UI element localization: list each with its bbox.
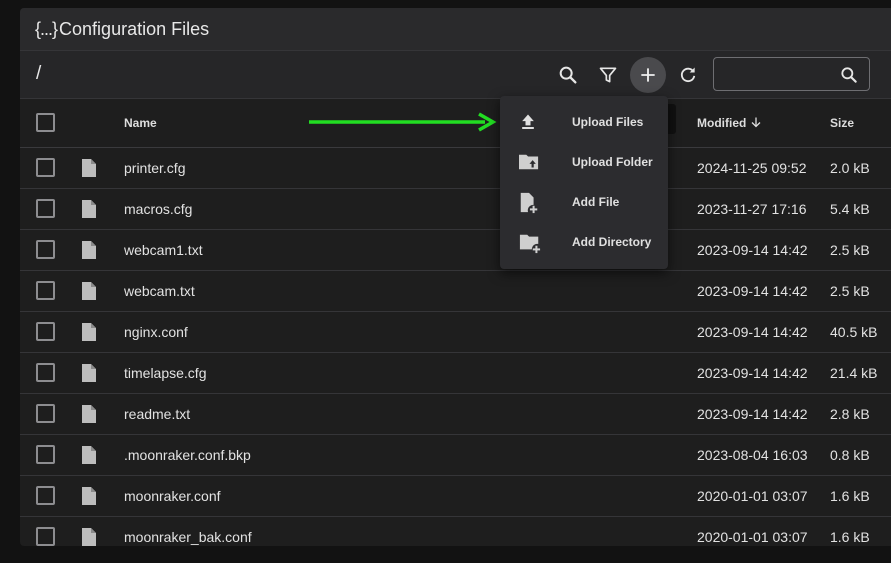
- search-field[interactable]: [713, 57, 870, 91]
- column-header-name[interactable]: Name: [124, 116, 157, 130]
- row-checkbox[interactable]: [36, 322, 55, 341]
- file-icon: [82, 323, 96, 341]
- folder-plus-icon: [519, 234, 541, 254]
- menu-item-add-file[interactable]: Add File: [500, 182, 668, 222]
- file-icon: [82, 241, 96, 259]
- file-modified: 2023-09-14 14:42: [697, 283, 808, 299]
- table-row[interactable]: webcam.txt 2023-09-14 14:42 2.5 kB: [20, 271, 891, 312]
- file-name: nginx.conf: [124, 324, 188, 340]
- row-checkbox[interactable]: [36, 404, 55, 423]
- menu-item-label: Add File: [572, 195, 620, 209]
- menu-item-label: Upload Folder: [572, 155, 653, 169]
- search-toggle-button[interactable]: [550, 57, 586, 93]
- table-row[interactable]: printer.cfg 2024-11-25 09:52 2.0 kB: [20, 148, 891, 189]
- column-header-size[interactable]: Size: [830, 116, 854, 130]
- file-name: webcam.txt: [124, 283, 195, 299]
- panel-title: Configuration Files: [59, 18, 210, 39]
- add-button[interactable]: [630, 57, 666, 93]
- file-icon: [82, 200, 96, 218]
- magnify-icon: [559, 66, 577, 84]
- table-row[interactable]: .moonraker.conf.bkp 2023-08-04 16:03 0.8…: [20, 435, 891, 476]
- filter-icon: [599, 67, 617, 83]
- search-icon: [841, 67, 857, 83]
- row-checkbox[interactable]: [36, 158, 55, 177]
- file-modified: 2023-11-27 17:16: [697, 201, 807, 217]
- menu-shadow-edge: [668, 104, 676, 134]
- row-checkbox[interactable]: [36, 240, 55, 259]
- upload-icon: [522, 114, 534, 129]
- file-list: printer.cfg 2024-11-25 09:52 2.0 kB macr…: [20, 148, 891, 546]
- row-checkbox[interactable]: [36, 281, 55, 300]
- search-input[interactable]: [722, 64, 826, 86]
- file-icon: [82, 159, 96, 177]
- file-icon: [82, 528, 96, 546]
- menu-item-label: Add Directory: [572, 235, 652, 249]
- file-size: 21.4 kB: [830, 365, 878, 381]
- table-row[interactable]: webcam1.txt 2023-09-14 14:42 2.5 kB: [20, 230, 891, 271]
- menu-item-label: Upload Files: [572, 115, 644, 129]
- add-menu: Upload Files Upload Folder Add File Add …: [500, 96, 668, 269]
- file-modified: 2023-09-14 14:42: [697, 365, 808, 381]
- column-header-modified-label: Modified: [697, 116, 747, 130]
- table-row[interactable]: nginx.conf 2023-09-14 14:42 40.5 kB: [20, 312, 891, 353]
- refresh-icon: [680, 67, 696, 83]
- file-modified: 2023-09-14 14:42: [697, 324, 808, 340]
- config-files-panel: {...} Configuration Files / Name Modifie…: [20, 8, 891, 546]
- file-icon: [82, 446, 96, 464]
- file-name: webcam1.txt: [124, 242, 203, 258]
- file-size: 2.5 kB: [830, 242, 870, 258]
- current-path: /: [36, 63, 42, 84]
- table-row[interactable]: timelapse.cfg 2023-09-14 14:42 21.4 kB: [20, 353, 891, 394]
- file-size: 40.5 kB: [830, 324, 878, 340]
- file-modified: 2024-11-25 09:52: [697, 160, 807, 176]
- folder-upload-icon: [519, 154, 539, 170]
- row-checkbox[interactable]: [36, 527, 55, 546]
- file-size: 1.6 kB: [830, 488, 870, 504]
- panel-header: {...} Configuration Files: [20, 8, 891, 51]
- refresh-button[interactable]: [670, 57, 706, 93]
- row-checkbox[interactable]: [36, 199, 55, 218]
- file-size: 2.8 kB: [830, 406, 870, 422]
- table-row[interactable]: macros.cfg 2023-11-27 17:16 5.4 kB: [20, 189, 891, 230]
- file-modified: 2020-01-01 03:07: [697, 488, 808, 504]
- file-name: timelapse.cfg: [124, 365, 207, 381]
- menu-item-upload-files[interactable]: Upload Files: [500, 102, 668, 142]
- row-checkbox[interactable]: [36, 486, 55, 505]
- filter-button[interactable]: [590, 57, 626, 93]
- file-icon: [82, 282, 96, 300]
- file-size: 1.6 kB: [830, 529, 870, 545]
- table-row[interactable]: readme.txt 2023-09-14 14:42 2.8 kB: [20, 394, 891, 435]
- column-header-modified[interactable]: Modified: [697, 116, 762, 130]
- row-checkbox[interactable]: [36, 445, 55, 464]
- file-name: moonraker.conf: [124, 488, 221, 504]
- file-modified: 2020-01-01 03:07: [697, 529, 808, 545]
- file-name: moonraker_bak.conf: [124, 529, 252, 545]
- file-modified: 2023-09-14 14:42: [697, 242, 808, 258]
- file-size: 2.0 kB: [830, 160, 870, 176]
- menu-item-add-directory[interactable]: Add Directory: [500, 222, 668, 262]
- file-name: readme.txt: [124, 406, 191, 422]
- code-braces-icon: {...}: [35, 18, 58, 39]
- table-row[interactable]: moonraker_bak.conf 2020-01-01 03:07 1.6 …: [20, 517, 891, 546]
- file-icon: [82, 405, 96, 423]
- arrow-down-icon: [751, 117, 761, 128]
- file-name: macros.cfg: [124, 201, 193, 217]
- menu-item-upload-folder[interactable]: Upload Folder: [500, 142, 668, 182]
- row-checkbox[interactable]: [36, 363, 55, 382]
- annotation-arrow-icon: [309, 112, 497, 132]
- plus-icon: [641, 68, 655, 82]
- file-icon: [82, 487, 96, 505]
- file-size: 0.8 kB: [830, 447, 870, 463]
- table-row[interactable]: moonraker.conf 2020-01-01 03:07 1.6 kB: [20, 476, 891, 517]
- file-size: 2.5 kB: [830, 283, 870, 299]
- file-size: 5.4 kB: [830, 201, 870, 217]
- select-all-checkbox[interactable]: [36, 113, 55, 132]
- toolbar: /: [20, 51, 891, 99]
- file-icon: [82, 364, 96, 382]
- file-name: printer.cfg: [124, 160, 186, 176]
- file-modified: 2023-08-04 16:03: [697, 447, 808, 463]
- file-plus-icon: [520, 192, 538, 214]
- file-name: .moonraker.conf.bkp: [124, 447, 251, 463]
- file-modified: 2023-09-14 14:42: [697, 406, 808, 422]
